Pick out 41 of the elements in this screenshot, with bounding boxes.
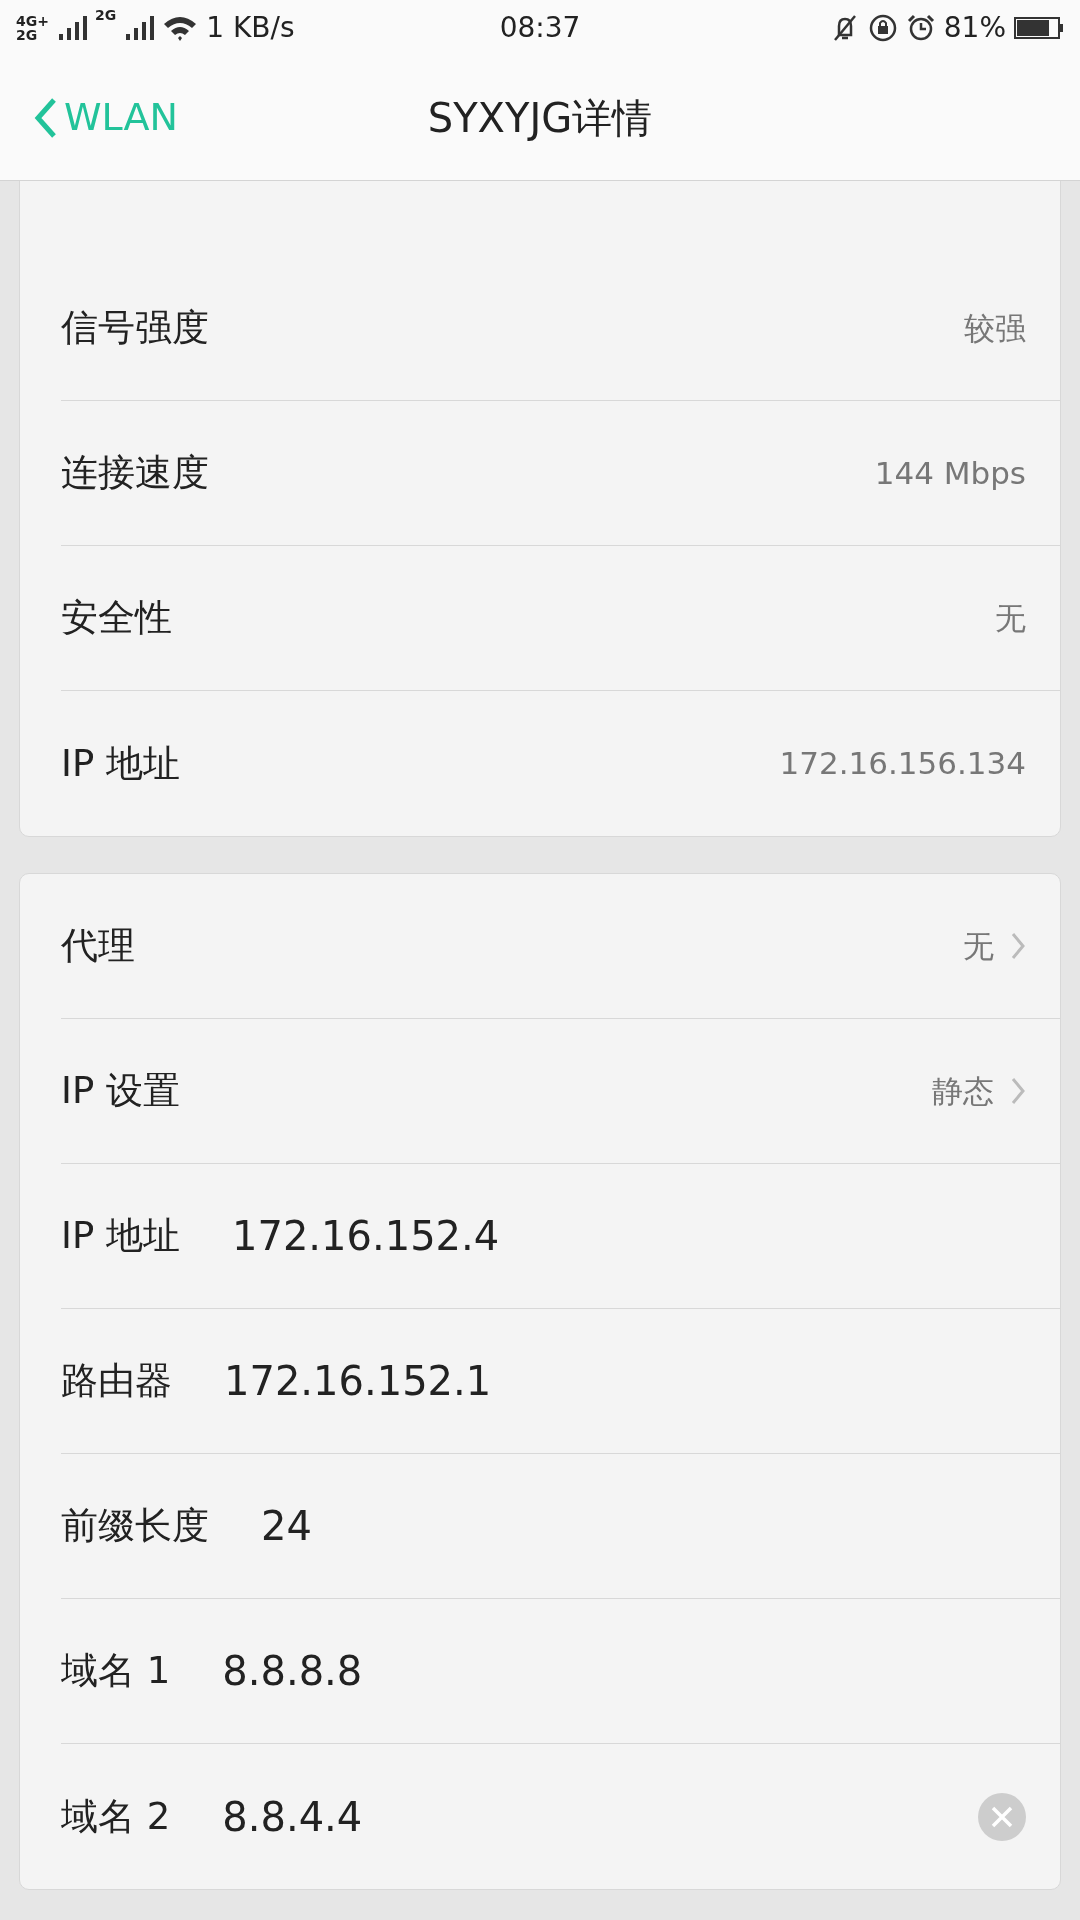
row-label: 路由器	[61, 1358, 172, 1405]
row-label: IP 设置	[61, 1068, 180, 1115]
row-label: IP 地址	[61, 740, 180, 787]
row-value: 144 Mbps	[874, 453, 1026, 493]
row-label: 域名 2	[61, 1793, 171, 1840]
input-field[interactable]: 8.8.8.8	[222, 1641, 783, 1701]
input-field[interactable]: 24	[261, 1496, 821, 1556]
close-icon	[991, 1805, 1013, 1828]
signal-icon	[124, 13, 155, 42]
row-label: 代理	[61, 923, 135, 970]
rotation-lock-icon	[867, 12, 898, 43]
row-value: 无	[963, 926, 994, 966]
back-chevron-icon	[34, 96, 58, 139]
network-speed: 1 KB/s	[206, 9, 295, 46]
row-label: IP 地址	[61, 1213, 180, 1260]
row-label: 信号强度	[61, 305, 209, 352]
row-label: 域名 1	[61, 1648, 171, 1695]
clock: 08:37	[499, 9, 581, 46]
input-field[interactable]: 8.8.4.4	[222, 1786, 783, 1847]
screen-title: SYXYJG详情	[427, 93, 653, 143]
network-label: 2G	[94, 8, 117, 22]
row-value: 静态	[932, 1071, 994, 1111]
battery-icon	[1014, 15, 1064, 40]
row-value: 无	[995, 598, 1026, 638]
network-label: 4G+	[16, 13, 49, 28]
row-label: 连接速度	[61, 450, 209, 497]
clear-button[interactable]	[978, 1792, 1026, 1841]
row-label: 安全性	[61, 595, 172, 642]
row-label: 前缀长度	[61, 1503, 209, 1550]
settings-row[interactable]: 代理 无	[61, 874, 1060, 1019]
input-field[interactable]: 172.16.152.1	[224, 1351, 784, 1411]
row-value: 较强	[964, 308, 1026, 348]
settings-row[interactable]: IP 设置 静态	[61, 1019, 1060, 1164]
row-value: 172.16.156.134	[779, 744, 1026, 784]
battery-percent: 81%	[943, 9, 1006, 46]
input-field[interactable]: 172.16.152.4	[232, 1206, 792, 1266]
alarm-clock-icon	[905, 12, 936, 43]
signal-icon	[56, 13, 87, 42]
chevron-right-icon	[1010, 931, 1026, 961]
chevron-right-icon	[1010, 1076, 1026, 1106]
network-label: 2G	[16, 27, 39, 42]
